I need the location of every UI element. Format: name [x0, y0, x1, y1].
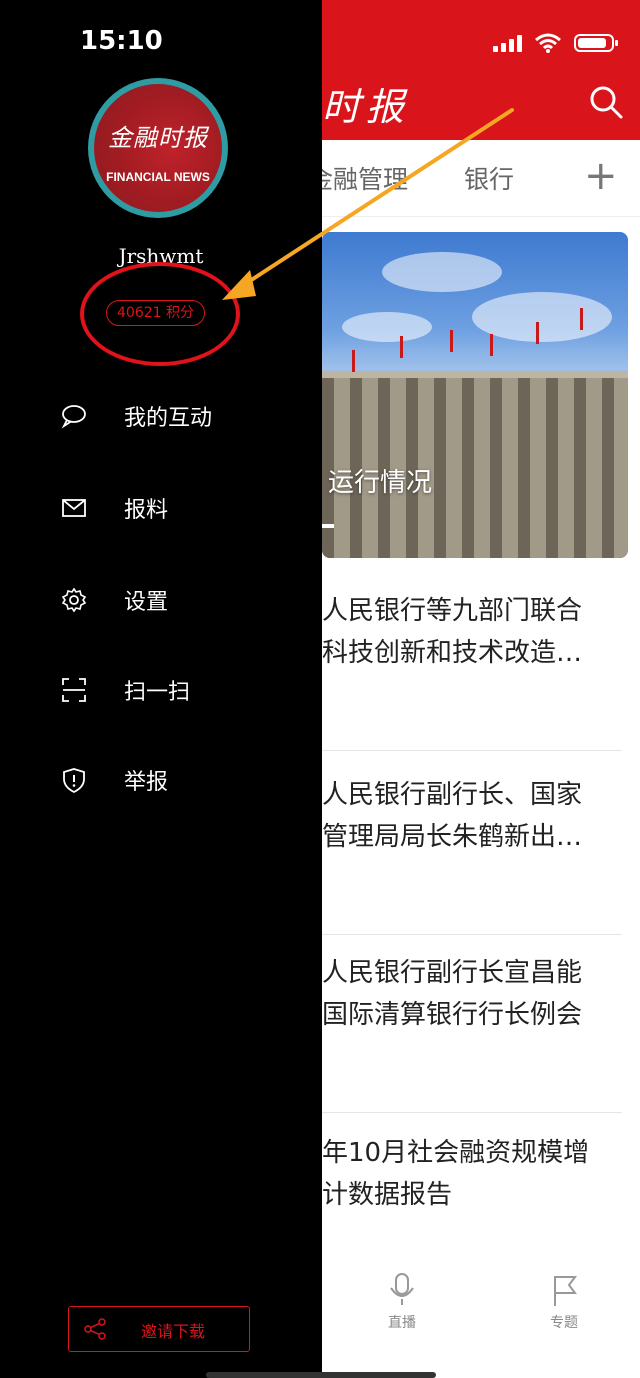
mail-icon — [62, 499, 86, 517]
nav-live-label: 直播 — [388, 1315, 416, 1331]
news-item[interactable]: 人民银行副行长宣昌能 国际清算银行行长例会 — [322, 952, 622, 1036]
news-item[interactable]: 人民银行副行长、国家 管理局局长朱鹤新出… — [322, 774, 622, 858]
news-title-line: 科技创新和技术改造… — [322, 638, 583, 668]
news-title-line: 管理局局长朱鹤新出… — [322, 822, 583, 852]
shield-alert-icon — [63, 768, 85, 794]
carousel-indicator — [322, 524, 334, 528]
annotation-circle — [80, 262, 240, 366]
menu-item-label: 我的互动 — [124, 406, 213, 431]
hero-caption: 运行情况 — [328, 468, 433, 498]
nav-live[interactable]: 直播 — [372, 1272, 432, 1332]
menu-item-label: 设置 — [124, 590, 169, 615]
menu-item-label: 报料 — [124, 498, 169, 523]
home-indicator[interactable] — [206, 1372, 436, 1378]
status-icons — [493, 28, 618, 58]
news-item[interactable]: 年10月社会融资规模增 计数据报告 — [322, 1132, 622, 1216]
menu-item-scan[interactable]: 扫一扫 — [60, 670, 190, 710]
divider — [322, 1112, 622, 1113]
cellular-signal-icon — [493, 34, 522, 52]
logo-en-text: FINANCIAL NEWS — [106, 170, 210, 184]
battery-icon — [574, 34, 618, 52]
news-title-line: 人民银行等九部门联合 — [322, 596, 583, 626]
menu-item-report[interactable]: 举报 — [60, 760, 168, 800]
microphone-icon — [390, 1273, 414, 1305]
invite-download-button[interactable]: 邀请下载 — [68, 1306, 250, 1352]
menu-item-settings[interactable]: 设置 — [60, 580, 168, 620]
divider — [322, 750, 622, 751]
scan-icon — [62, 678, 86, 702]
news-title-line: 国际清算银行行长例会 — [322, 1000, 583, 1030]
hero-banner[interactable]: 运行情况 — [322, 232, 628, 558]
bottom-navigation: 直播 专题 — [322, 1262, 640, 1352]
flag-icon — [554, 1276, 577, 1306]
news-title-line: 年10月社会融资规模增 — [322, 1138, 590, 1168]
menu-item-tip-off[interactable]: 报料 — [60, 488, 168, 528]
status-time: 15:10 — [80, 26, 163, 56]
divider — [322, 934, 622, 935]
search-icon[interactable] — [588, 84, 624, 120]
news-title-line: 人民银行副行长、国家 — [322, 780, 583, 810]
tab-bank[interactable]: 银行 — [464, 160, 514, 196]
chat-bubble-icon — [61, 405, 86, 429]
nav-topics-label: 专题 — [550, 1315, 578, 1331]
invite-label: 邀请下载 — [141, 1322, 206, 1341]
menu-item-label: 举报 — [124, 770, 169, 795]
tab-financial-management[interactable]: 金融管理 — [308, 160, 408, 196]
financial-news-logo: 金融时报 FINANCIAL NEWS — [88, 78, 228, 218]
nav-topics[interactable]: 专题 — [534, 1272, 594, 1332]
menu-item-label: 扫一扫 — [124, 680, 191, 705]
logo-cn-text: 金融时报 — [108, 124, 208, 152]
side-drawer: 15:10 金融时报 FINANCIAL NEWS Jrshwmt 40621 … — [0, 0, 322, 1378]
add-tab-button[interactable]: + — [584, 156, 618, 196]
news-item[interactable]: 人民银行等九部门联合 科技创新和技术改造… — [322, 590, 622, 674]
app-masthead: 时报 — [322, 85, 411, 129]
gear-icon — [61, 587, 87, 613]
share-icon — [84, 1318, 106, 1340]
wifi-icon — [535, 33, 561, 53]
news-title-line: 计数据报告 — [322, 1180, 453, 1210]
menu-item-my-interactions[interactable]: 我的互动 — [60, 396, 212, 436]
news-title-line: 人民银行副行长宣昌能 — [322, 958, 583, 988]
